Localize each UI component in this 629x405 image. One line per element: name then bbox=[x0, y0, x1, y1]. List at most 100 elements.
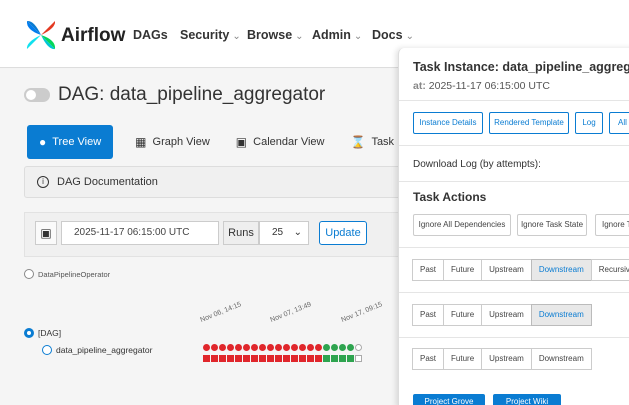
tab-tree-view[interactable]: ● Tree View bbox=[27, 125, 114, 159]
update-button[interactable]: Update bbox=[319, 221, 367, 245]
dag-run-status-dot[interactable] bbox=[251, 344, 258, 351]
task-instance-status-square[interactable] bbox=[227, 355, 234, 362]
opt-recursive[interactable]: Recursive bbox=[590, 259, 629, 281]
project-grove-button[interactable]: Project Grove bbox=[413, 394, 485, 405]
nav-admin[interactable]: Admin ⌄ bbox=[312, 28, 362, 42]
nav-dags[interactable]: DAGs bbox=[133, 28, 168, 42]
opt-past[interactable]: Past bbox=[412, 348, 445, 370]
task-instance-status-square[interactable] bbox=[267, 355, 274, 362]
dag-run-status-dot[interactable] bbox=[227, 344, 234, 351]
dag-run-status-dot[interactable] bbox=[307, 344, 314, 351]
dag-run-status-dot[interactable] bbox=[331, 344, 338, 351]
runs-select[interactable]: 25 ⌄ bbox=[259, 221, 309, 245]
dag-run-status-dot[interactable] bbox=[219, 344, 226, 351]
brand-name[interactable]: Airflow bbox=[61, 25, 125, 47]
nav-browse[interactable]: Browse ⌄ bbox=[247, 28, 304, 42]
airflow-logo-icon[interactable] bbox=[24, 18, 58, 52]
dag-prefix: DAG: bbox=[58, 84, 105, 105]
opt-past[interactable]: Past bbox=[412, 304, 445, 326]
ignore-all-deps-button[interactable]: Ignore All Dependencies bbox=[413, 214, 511, 236]
dag-run-status-dot[interactable] bbox=[259, 344, 266, 351]
dag-radio[interactable] bbox=[24, 328, 34, 338]
tab-graph-view[interactable]: ▦ Graph View bbox=[135, 135, 210, 149]
calendar-icon: ▣ bbox=[235, 135, 248, 149]
dag-run-status-dot[interactable] bbox=[315, 344, 322, 351]
opt-future[interactable]: Future bbox=[443, 259, 483, 281]
task-instance-status-square[interactable] bbox=[235, 355, 242, 362]
tree-task-node[interactable]: data_pipeline_aggregator bbox=[42, 345, 152, 355]
mark-failed-options: Past Future Upstream Downstream bbox=[412, 348, 592, 370]
tab-calendar-view[interactable]: ▣ Calendar View bbox=[236, 135, 325, 149]
opt-downstream[interactable]: Downstream bbox=[530, 304, 592, 326]
task-actions-heading: Task Actions bbox=[413, 190, 487, 204]
dag-run-status-dot[interactable] bbox=[267, 344, 274, 351]
dag-run-status-dot[interactable] bbox=[355, 344, 362, 351]
instance-details-button[interactable]: Instance Details bbox=[413, 112, 483, 134]
opt-future[interactable]: Future bbox=[443, 304, 483, 326]
rendered-template-button[interactable]: Rendered Template bbox=[489, 112, 569, 134]
task-instance-status-square[interactable] bbox=[259, 355, 266, 362]
hourglass-icon: ⌛ bbox=[350, 135, 366, 149]
task-instance-status-square[interactable] bbox=[339, 355, 346, 362]
log-button[interactable]: Log bbox=[575, 112, 603, 134]
opt-downstream[interactable]: Downstream bbox=[530, 348, 592, 370]
task-instance-status-square[interactable] bbox=[315, 355, 322, 362]
task-instance-status-square[interactable] bbox=[307, 355, 314, 362]
dag-run-status-dot[interactable] bbox=[275, 344, 282, 351]
dag-run-status-dot[interactable] bbox=[283, 344, 290, 351]
chevron-down-icon: ⌄ bbox=[405, 31, 414, 42]
task-instance-status-square[interactable] bbox=[203, 355, 210, 362]
divider bbox=[399, 247, 629, 248]
operator-radio[interactable] bbox=[24, 269, 34, 279]
task-instance-status-square[interactable] bbox=[243, 355, 250, 362]
dag-run-status-dot[interactable] bbox=[211, 344, 218, 351]
nav-security[interactable]: Security ⌄ bbox=[180, 28, 241, 42]
task-instance-status-square[interactable] bbox=[331, 355, 338, 362]
doc-label: DAG Documentation bbox=[57, 176, 158, 188]
project-wiki-button[interactable]: Project Wiki bbox=[493, 394, 561, 405]
opt-upstream[interactable]: Upstream bbox=[481, 348, 532, 370]
dag-run-status-dot[interactable] bbox=[339, 344, 346, 351]
task-instance-status-square[interactable] bbox=[347, 355, 354, 362]
tree-controls: ▣ 2025-11-17 06:15:00 UTC Runs 25 ⌄ Updat… bbox=[24, 212, 429, 257]
runs-label: Runs bbox=[223, 221, 259, 245]
task-instance-status-square[interactable] bbox=[299, 355, 306, 362]
task-instance-status-square[interactable] bbox=[275, 355, 282, 362]
dag-run-status-dot[interactable] bbox=[243, 344, 250, 351]
ignore-task-state-button[interactable]: Ignore Task State bbox=[517, 214, 587, 236]
ignore-task-deps-button[interactable]: Ignore Ta bbox=[595, 214, 629, 236]
task-instance-status-square[interactable] bbox=[291, 355, 298, 362]
dag-run-status-dot[interactable] bbox=[323, 344, 330, 351]
opt-past[interactable]: Past bbox=[412, 259, 445, 281]
opt-future[interactable]: Future bbox=[443, 348, 483, 370]
task-radio[interactable] bbox=[42, 345, 52, 355]
calendar-icon[interactable]: ▣ bbox=[35, 221, 57, 245]
dag-pause-toggle[interactable] bbox=[24, 88, 50, 102]
task-instance-status-square[interactable] bbox=[211, 355, 218, 362]
task-instance-status-square[interactable] bbox=[323, 355, 330, 362]
nav-docs[interactable]: Docs ⌄ bbox=[372, 28, 414, 42]
all-instances-button[interactable]: All bbox=[609, 112, 629, 134]
divider bbox=[399, 100, 629, 101]
dag-run-status-dot[interactable] bbox=[203, 344, 210, 351]
task-instance-status-square[interactable] bbox=[219, 355, 226, 362]
dag-run-status-dot[interactable] bbox=[291, 344, 298, 351]
task-instance-status-square[interactable] bbox=[355, 355, 362, 362]
chevron-down-icon: ⌄ bbox=[353, 31, 363, 42]
dag-run-status-dot[interactable] bbox=[235, 344, 242, 351]
opt-upstream[interactable]: Upstream bbox=[481, 304, 532, 326]
date-label: Nov 06, 14:15 bbox=[199, 301, 243, 324]
dag-run-status-dot[interactable] bbox=[347, 344, 354, 351]
dag-documentation-toggle[interactable]: i DAG Documentation bbox=[24, 166, 429, 198]
opt-downstream[interactable]: Downstream bbox=[530, 259, 592, 281]
task-instance-status-square[interactable] bbox=[283, 355, 290, 362]
base-date-input[interactable]: 2025-11-17 06:15:00 UTC bbox=[61, 221, 219, 245]
task-instance-row bbox=[203, 355, 363, 362]
opt-upstream[interactable]: Upstream bbox=[481, 259, 532, 281]
date-label: Nov 17, 09:15 bbox=[340, 301, 384, 324]
dag-run-status-dot[interactable] bbox=[299, 344, 306, 351]
chevron-down-icon: ⌄ bbox=[295, 31, 304, 42]
info-icon: i bbox=[37, 176, 49, 188]
tree-root-dag[interactable]: [DAG] bbox=[24, 328, 61, 338]
task-instance-status-square[interactable] bbox=[251, 355, 258, 362]
